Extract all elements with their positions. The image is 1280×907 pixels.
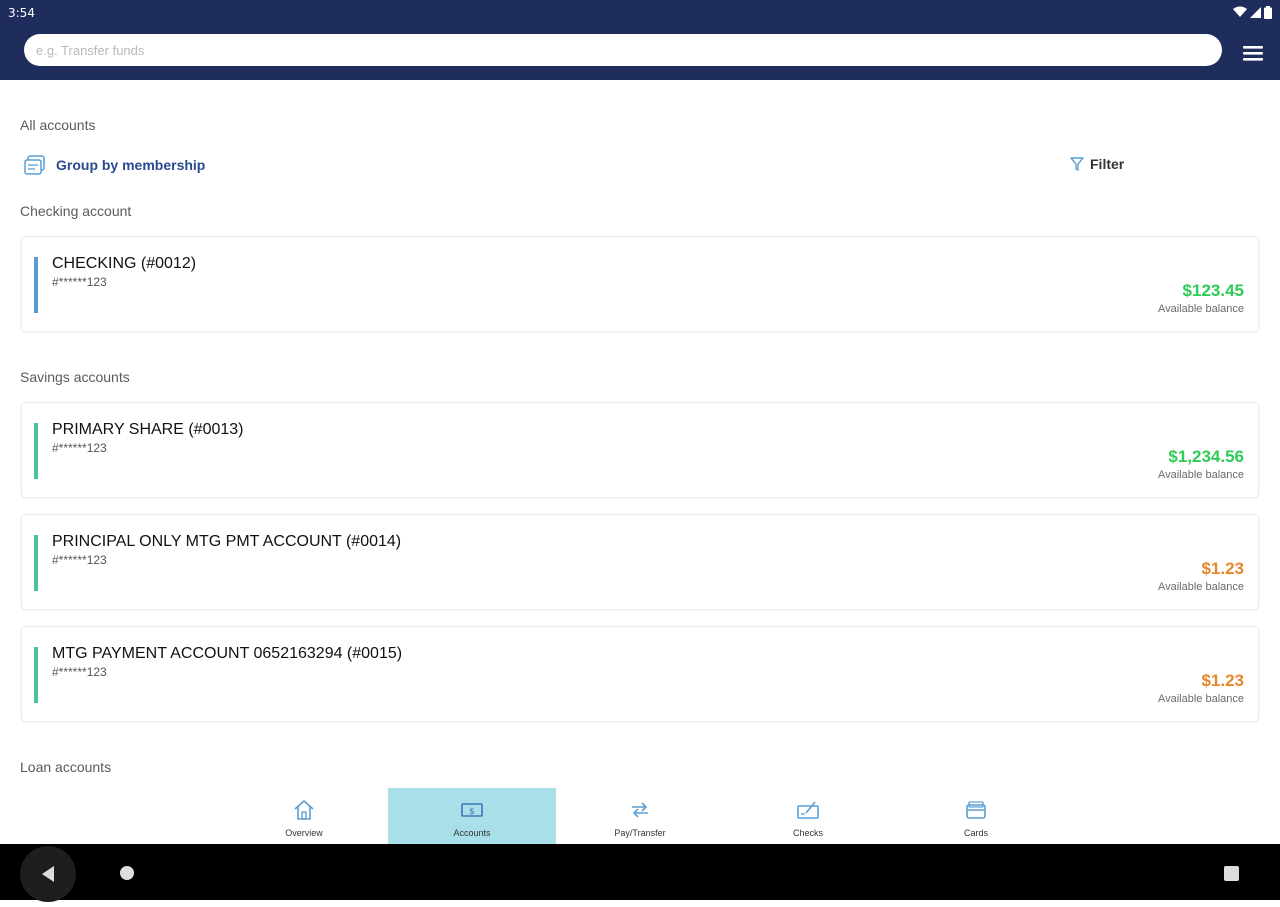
nav-label: Accounts xyxy=(453,828,491,838)
account-balance: $1.23 xyxy=(1201,559,1244,578)
group-by-icon xyxy=(24,155,45,175)
balance-label: Available balance xyxy=(1157,469,1244,481)
bottom-navigation: Overview $ Accounts Pay/Transfer Checks … xyxy=(0,788,1280,844)
nav-pay-transfer[interactable]: Pay/Transfer xyxy=(556,788,724,844)
account-card-checking[interactable]: CHECKING (#0012) #******123 $123.45 Avai… xyxy=(21,236,1259,332)
account-number: #******123 xyxy=(52,665,107,679)
recent-apps-button[interactable] xyxy=(1224,866,1239,881)
check-deposit-icon xyxy=(797,801,819,819)
nav-checks[interactable]: Checks xyxy=(724,788,892,844)
account-name: PRIMARY SHARE (#0013) xyxy=(52,421,244,438)
account-card-primary-share[interactable]: PRIMARY SHARE (#0013) #******123 $1,234.… xyxy=(21,402,1259,498)
group-by-membership-button[interactable]: Group by membership xyxy=(22,154,205,176)
group-by-label: Group by membership xyxy=(56,157,206,173)
search-input[interactable] xyxy=(24,34,1222,66)
back-triangle-icon xyxy=(42,866,54,882)
account-number: #******123 xyxy=(52,441,107,455)
nav-label: Overview xyxy=(285,828,323,838)
section-title-loan: Loan accounts xyxy=(20,759,112,775)
account-name: MTG PAYMENT ACCOUNT 0652163294 (#0015) xyxy=(52,645,403,662)
nav-overview[interactable]: Overview xyxy=(220,788,388,844)
nav-label: Checks xyxy=(792,828,823,838)
section-title-savings: Savings accounts xyxy=(20,369,130,385)
account-number: #******123 xyxy=(52,553,107,567)
filter-icon xyxy=(1070,157,1084,171)
account-balance: $1.23 xyxy=(1201,671,1244,690)
account-number: #******123 xyxy=(52,275,107,289)
section-title-checking: Checking account xyxy=(20,203,132,219)
nav-label: Pay/Transfer xyxy=(614,828,666,838)
nav-accounts[interactable]: $ Accounts xyxy=(388,788,556,844)
status-time: 3:54 xyxy=(8,6,35,20)
account-balance: $123.45 xyxy=(1182,281,1244,300)
account-card-principal-only[interactable]: PRINCIPAL ONLY MTG PMT ACCOUNT (#0014) #… xyxy=(21,514,1259,610)
nav-label: Cards xyxy=(963,828,988,838)
status-icons xyxy=(1233,4,1272,20)
svg-text:$: $ xyxy=(469,807,475,817)
filter-label: Filter xyxy=(1090,156,1125,172)
account-color-bar xyxy=(34,647,38,703)
system-navigation-bar xyxy=(0,844,1280,902)
back-button[interactable] xyxy=(20,846,76,902)
dollar-bill-icon: $ xyxy=(461,803,483,817)
account-name: PRINCIPAL ONLY MTG PMT ACCOUNT (#0014) xyxy=(52,533,402,550)
transfer-arrows-icon xyxy=(632,802,648,818)
account-color-bar xyxy=(34,535,38,591)
signal-icon xyxy=(1250,6,1261,18)
card-icon xyxy=(966,801,986,819)
home-icon xyxy=(294,800,314,820)
battery-icon xyxy=(1264,5,1272,19)
account-card-mtg-payment[interactable]: MTG PAYMENT ACCOUNT 0652163294 (#0015) #… xyxy=(21,626,1259,722)
account-name: CHECKING (#0012) xyxy=(52,255,197,272)
account-color-bar xyxy=(34,257,38,313)
hamburger-menu-icon[interactable] xyxy=(1240,42,1266,64)
app-header: 3:54 xyxy=(0,0,1280,80)
filter-button[interactable]: Filter xyxy=(1070,156,1124,172)
account-color-bar xyxy=(34,423,38,479)
balance-label: Available balance xyxy=(1157,581,1244,593)
home-button[interactable] xyxy=(120,866,134,880)
nav-cards[interactable]: Cards xyxy=(892,788,1060,844)
page-title: All accounts xyxy=(20,117,96,133)
wifi-icon xyxy=(1233,6,1247,17)
account-balance: $1,234.56 xyxy=(1168,447,1244,466)
balance-label: Available balance xyxy=(1157,693,1244,705)
balance-label: Available balance xyxy=(1157,303,1244,315)
